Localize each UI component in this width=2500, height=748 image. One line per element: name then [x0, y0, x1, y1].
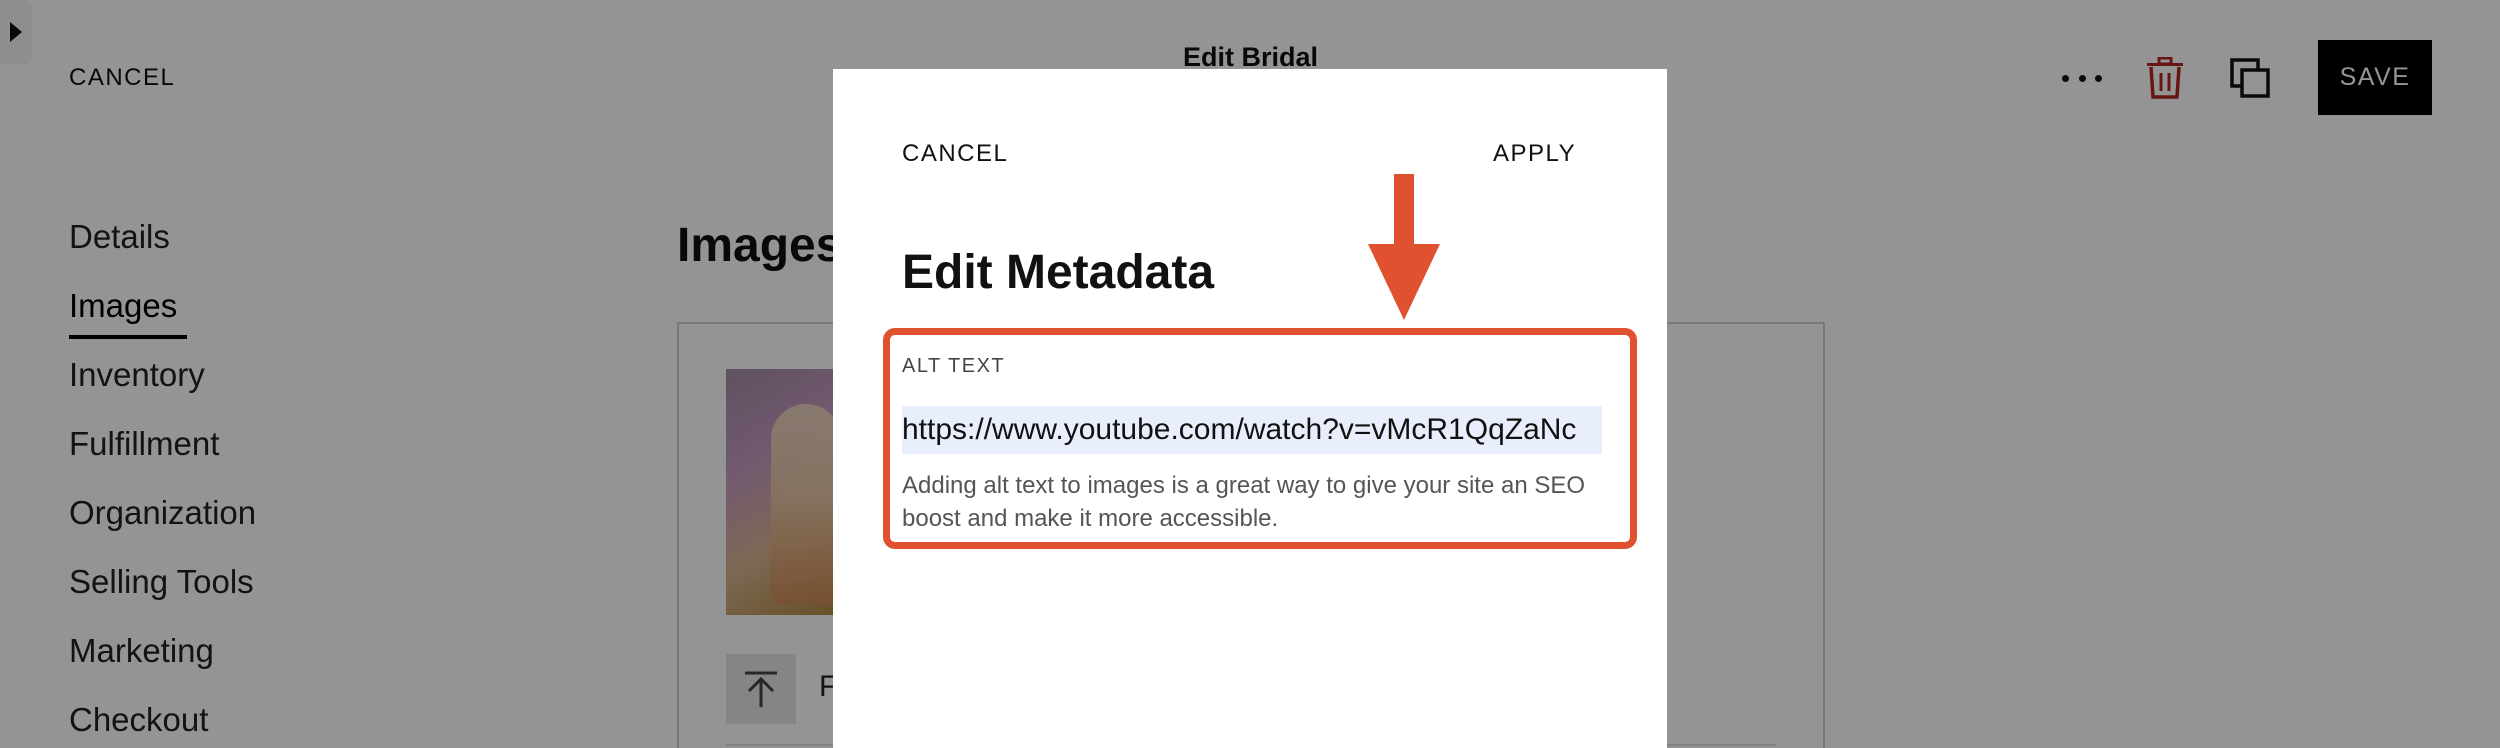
alt-text-label: ALT TEXT [902, 355, 1006, 377]
edit-metadata-dialog: CANCEL APPLY Edit Metadata ALT TEXT Addi… [833, 69, 1667, 748]
apply-button[interactable]: APPLY [1493, 140, 1576, 168]
alt-text-helper: Adding alt text to images is a great way… [902, 472, 1586, 532]
modal-cancel-button[interactable]: CANCEL [902, 140, 1008, 168]
modal-title: Edit Metadata [902, 246, 1215, 299]
alt-text-input[interactable] [902, 406, 1602, 454]
arrow-down-icon [1368, 174, 1440, 320]
